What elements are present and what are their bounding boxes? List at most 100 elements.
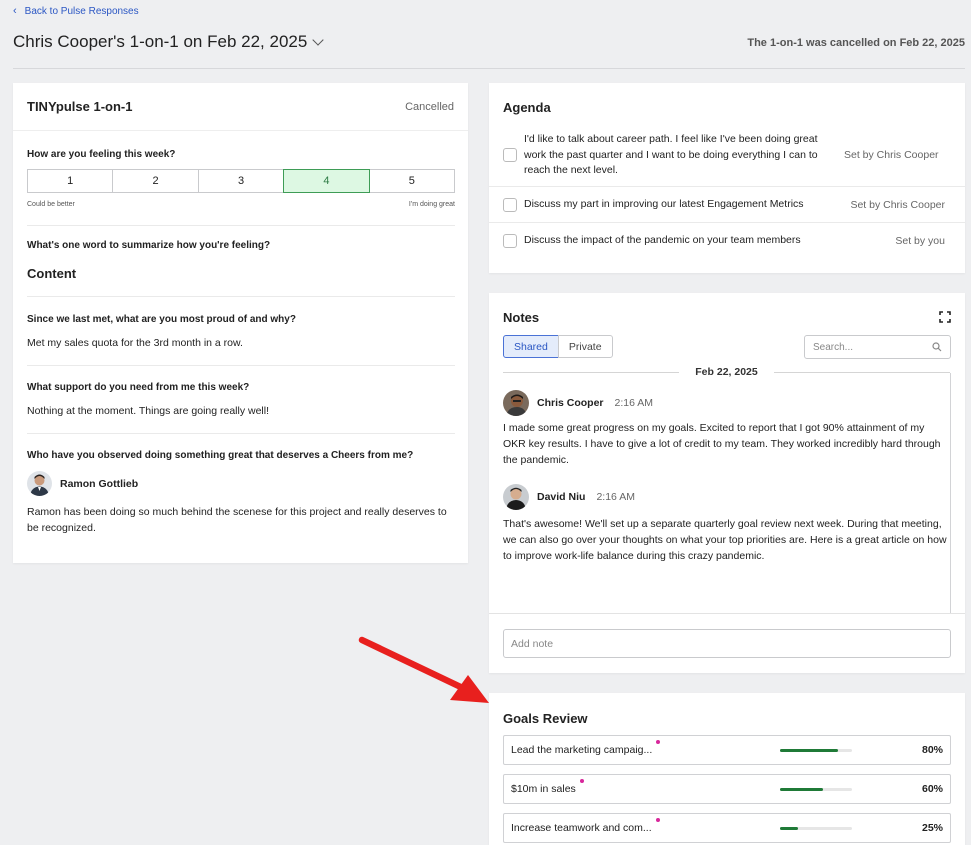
note-author-name: Chris Cooper — [537, 397, 604, 409]
notes-title: Notes — [503, 310, 540, 325]
agenda-divider — [489, 186, 965, 187]
note-time: 2:16 AM — [614, 397, 654, 409]
page-title-text: Chris Cooper's 1-on-1 on Feb 22, 2025 — [13, 32, 308, 51]
search-placeholder: Search... — [813, 341, 854, 353]
note-author: Chris Cooper 2:16 AM — [503, 390, 653, 416]
support-answer: Nothing at the moment. Things are going … — [27, 405, 270, 417]
goal-progress-bar — [780, 826, 852, 830]
agenda-item: Discuss the impact of the pandemic on yo… — [503, 233, 945, 249]
feeling-question-block: How are you feeling this week? 1 2 3 4 5… — [27, 149, 456, 208]
feeling-option-2[interactable]: 2 — [112, 169, 199, 193]
goals-title: Goals Review — [503, 711, 588, 726]
tab-private[interactable]: Private — [557, 335, 613, 358]
avatar — [503, 390, 529, 416]
goal-row[interactable]: Increase teamwork and com... 25% — [503, 813, 951, 843]
feeling-scale-captions: Could be better I'm doing great — [27, 201, 455, 208]
notes-search-input[interactable]: Search... — [804, 335, 951, 359]
feeling-question: How are you feeling this week? — [27, 149, 176, 160]
goal-progress-bar — [780, 787, 852, 791]
agenda-item-text: Discuss the impact of the pandemic on yo… — [524, 234, 801, 246]
agenda-card: Agenda I'd like to talk about career pat… — [489, 83, 965, 273]
agenda-item-setby: Set by Chris Cooper — [844, 149, 939, 162]
tab-shared[interactable]: Shared — [503, 335, 559, 358]
pulse-card-title: TINYpulse 1-on-1 — [27, 99, 133, 114]
cheers-question: Who have you observed doing something gr… — [27, 450, 414, 461]
cancelled-notice: The 1-on-1 was cancelled on Feb 22, 2025 — [747, 37, 965, 49]
chevron-down-icon — [312, 33, 324, 46]
agenda-item-text: I'd like to talk about career path. I fe… — [524, 133, 818, 176]
pulse-status-label: Cancelled — [405, 100, 454, 113]
goal-percent: 80% — [921, 744, 943, 756]
notes-date-label: Feb 22, 2025 — [695, 366, 758, 378]
pulse-card: TINYpulse 1-on-1 Cancelled How are you f… — [13, 83, 468, 563]
notes-date-divider: Feb 22, 2025 — [503, 366, 950, 378]
goal-indicator-dot — [579, 779, 584, 783]
feeling-scale: 1 2 3 4 5 — [27, 169, 456, 193]
chevron-left-icon: ‹ — [13, 5, 17, 17]
red-arrow-icon — [358, 636, 489, 703]
cheers-person: Ramon Gottlieb — [27, 471, 138, 496]
add-note-placeholder: Add note — [511, 637, 554, 650]
section-divider — [27, 296, 455, 297]
support-question: What support do you need from me this we… — [27, 382, 250, 393]
agenda-item-text: Discuss my part in improving our latest … — [524, 198, 804, 210]
word-question: What's one word to summarize how you're … — [27, 240, 271, 251]
search-icon — [932, 342, 942, 352]
avatar — [503, 484, 529, 510]
note-author-name: David Niu — [537, 491, 586, 503]
avatar — [27, 471, 52, 496]
agenda-item: Discuss my part in improving our latest … — [503, 197, 945, 213]
back-link-label: Back to Pulse Responses — [24, 5, 139, 17]
feeling-option-1[interactable]: 1 — [27, 169, 114, 193]
goal-progress-fill — [780, 826, 798, 830]
proud-answer: Met my sales quota for the 3rd month in … — [27, 337, 243, 349]
expand-icon[interactable] — [939, 311, 951, 323]
agenda-item-checkbox[interactable] — [503, 233, 517, 248]
goal-percent: 25% — [921, 822, 943, 834]
feeling-option-3[interactable]: 3 — [197, 169, 285, 193]
agenda-item-setby: Set by you — [895, 234, 945, 247]
note-time: 2:16 AM — [596, 491, 635, 503]
feeling-high-caption: I'm doing great — [408, 201, 455, 208]
agenda-item-checkbox[interactable] — [503, 197, 517, 212]
header-divider — [13, 68, 965, 69]
feeling-low-caption: Could be better — [27, 201, 75, 208]
cheers-answer: Ramon has been doing so much behind the … — [27, 506, 447, 534]
pulse-card-header: TINYpulse 1-on-1 Cancelled — [13, 83, 468, 131]
date-divider-line — [503, 371, 680, 373]
notes-card: Notes Shared Private Search... Feb 22, 2… — [489, 293, 965, 673]
section-divider — [27, 225, 455, 226]
feeling-option-5[interactable]: 5 — [368, 169, 456, 193]
back-to-pulse-link[interactable]: ‹ Back to Pulse Responses — [13, 5, 139, 17]
notes-divider — [489, 613, 965, 614]
add-note-input[interactable]: Add note — [503, 629, 951, 658]
cheers-person-name: Ramon Gottlieb — [60, 477, 139, 490]
agenda-item-checkbox[interactable] — [503, 148, 517, 163]
date-divider-line — [773, 371, 950, 373]
goals-card: Goals Review Lead the marketing campaig.… — [489, 693, 965, 845]
goal-progress-fill — [780, 748, 838, 752]
agenda-item-setby: Set by Chris Cooper — [850, 198, 945, 211]
goal-name: $10m in sales — [511, 779, 584, 795]
goal-indicator-dot — [656, 740, 661, 744]
goal-percent: 60% — [921, 783, 943, 795]
goal-indicator-dot — [655, 818, 660, 822]
note-body: That's awesome! We'll set up a separate … — [503, 518, 947, 562]
notes-tabs: Shared Private — [503, 335, 613, 358]
goal-name-text: Lead the marketing campaig... — [511, 744, 653, 756]
word-answer: Content — [27, 266, 77, 281]
page-title[interactable]: Chris Cooper's 1-on-1 on Feb 22, 2025 — [13, 32, 324, 52]
goal-progress-fill — [780, 787, 824, 791]
section-divider — [27, 433, 455, 434]
goal-name: Lead the marketing campaig... — [511, 740, 661, 756]
agenda-title: Agenda — [503, 100, 551, 115]
agenda-item: I'd like to talk about career path. I fe… — [503, 132, 945, 179]
notes-scrollbar[interactable] — [950, 373, 951, 613]
section-divider — [27, 365, 455, 366]
goal-row[interactable]: $10m in sales 60% — [503, 774, 951, 804]
agenda-divider — [489, 222, 965, 223]
feeling-option-4[interactable]: 4 — [283, 169, 370, 193]
goal-name: Increase teamwork and com... — [511, 818, 660, 834]
goal-row[interactable]: Lead the marketing campaig... 80% — [503, 735, 951, 765]
proud-question: Since we last met, what are you most pro… — [27, 314, 296, 325]
